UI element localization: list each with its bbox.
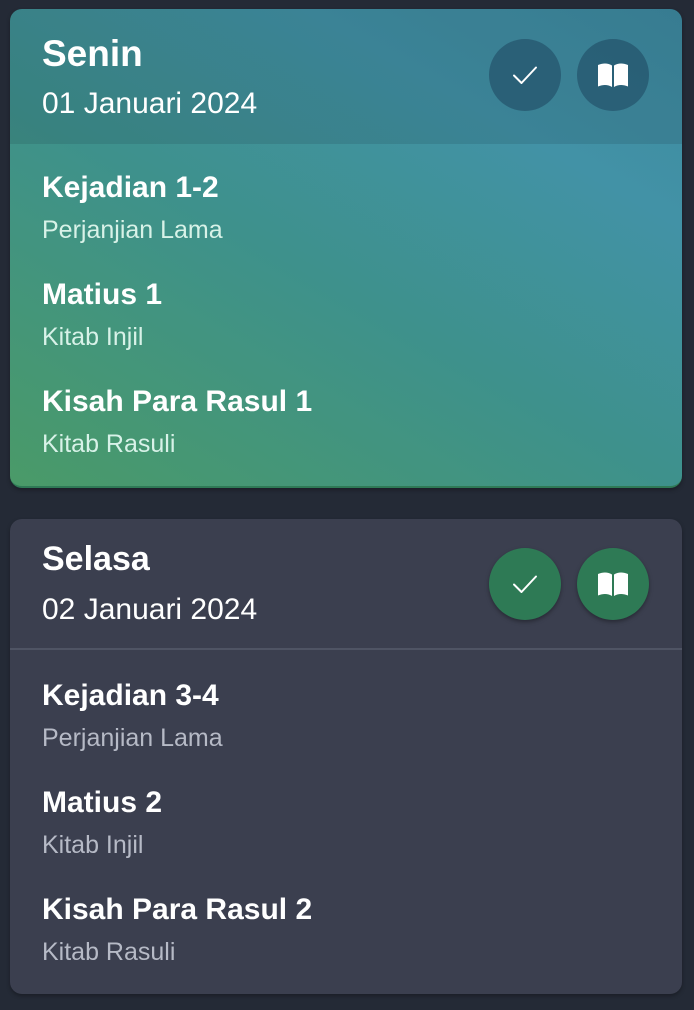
day-card-header: Selasa 02 Januari 2024 xyxy=(10,519,682,650)
day-date: 01 Januari 2024 xyxy=(42,87,258,120)
check-icon xyxy=(513,66,537,84)
reading-title: Kisah Para Rasul 2 xyxy=(42,893,313,926)
day-card-senin[interactable]: Senin 01 Januari 2024 Kejadian 1-2 Perja… xyxy=(10,9,682,488)
reading-plan-page: Senin 01 Januari 2024 Kejadian 1-2 Perja… xyxy=(0,0,694,1010)
reading-item[interactable]: Kejadian 1-2 Perjanjian Lama xyxy=(42,144,662,251)
reading-item[interactable]: Matius 1 Kitab Injil xyxy=(42,251,662,358)
day-name: Selasa xyxy=(42,540,150,578)
reading-item[interactable]: Matius 2 Kitab Injil xyxy=(42,759,662,866)
reading-section: Perjanjian Lama xyxy=(42,724,223,752)
reading-section: Kitab Rasuli xyxy=(42,430,176,458)
book-icon xyxy=(598,63,628,87)
mark-read-button[interactable] xyxy=(489,39,561,111)
book-icon xyxy=(598,572,628,596)
reading-title: Matius 1 xyxy=(42,278,163,311)
open-reading-button[interactable] xyxy=(577,39,649,111)
reading-title: Kejadian 3-4 xyxy=(42,679,219,712)
reading-item[interactable]: Kisah Para Rasul 1 Kitab Rasuli xyxy=(42,358,662,465)
reading-section: Kitab Injil xyxy=(42,831,144,859)
mark-read-button[interactable] xyxy=(489,548,561,620)
day-date: 02 Januari 2024 xyxy=(42,593,258,626)
reading-section: Kitab Injil xyxy=(42,323,144,351)
reading-list: Kejadian 1-2 Perjanjian Lama Matius 1 Ki… xyxy=(42,144,662,465)
reading-title: Kejadian 1-2 xyxy=(42,171,219,204)
day-card-selasa[interactable]: Selasa 02 Januari 2024 Kejadian 3-4 Perj… xyxy=(10,519,682,994)
open-reading-button[interactable] xyxy=(577,548,649,620)
check-icon xyxy=(513,575,537,593)
reading-title: Matius 2 xyxy=(42,786,163,819)
reading-item[interactable]: Kisah Para Rasul 2 Kitab Rasuli xyxy=(42,866,662,973)
day-name: Senin xyxy=(42,33,143,74)
reading-section: Perjanjian Lama xyxy=(42,216,223,244)
reading-section: Kitab Rasuli xyxy=(42,938,176,966)
reading-item[interactable]: Kejadian 3-4 Perjanjian Lama xyxy=(42,652,662,759)
reading-list: Kejadian 3-4 Perjanjian Lama Matius 2 Ki… xyxy=(42,652,662,973)
reading-title: Kisah Para Rasul 1 xyxy=(42,385,313,418)
day-card-header: Senin 01 Januari 2024 xyxy=(10,9,682,144)
